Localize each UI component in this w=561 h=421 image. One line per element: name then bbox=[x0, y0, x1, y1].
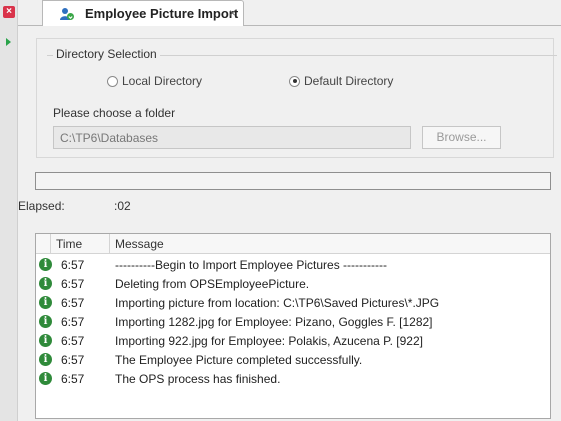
left-toolbar-strip: × bbox=[0, 0, 18, 421]
tab-bar: Employee Picture Import × bbox=[18, 0, 561, 27]
row-time: 6:57 bbox=[61, 334, 85, 348]
group-label: Directory Selection bbox=[53, 47, 160, 61]
info-icon: i bbox=[39, 296, 52, 309]
row-time: 6:57 bbox=[61, 296, 85, 310]
browse-button[interactable]: Browse... bbox=[422, 126, 501, 149]
radio-label: Local Directory bbox=[122, 74, 203, 88]
row-time: 6:57 bbox=[61, 372, 85, 386]
column-divider bbox=[109, 234, 110, 254]
radio-circle bbox=[107, 75, 118, 87]
table-row[interactable]: i 6:57 Deleting from OPSEmployeePicture. bbox=[36, 275, 550, 294]
row-time: 6:57 bbox=[61, 258, 85, 272]
tab-title: Employee Picture Import bbox=[85, 6, 239, 21]
directory-selection-panel: Directory Selection Local Directory Defa… bbox=[36, 38, 557, 158]
row-message: Importing 1282.jpg for Employee: Pizano,… bbox=[115, 315, 433, 329]
row-message: Importing picture from location: C:\TP6\… bbox=[115, 296, 440, 310]
info-icon: i bbox=[39, 315, 52, 328]
play-icon[interactable] bbox=[6, 38, 11, 46]
info-icon: i bbox=[39, 353, 52, 366]
row-time: 6:57 bbox=[61, 315, 85, 329]
radio-label: Default Directory bbox=[304, 74, 394, 88]
elapsed-label: Elapsed: bbox=[18, 199, 65, 213]
progress-bar bbox=[35, 172, 551, 190]
column-header-message[interactable]: Message bbox=[115, 237, 164, 251]
row-message: The Employee Picture completed successfu… bbox=[115, 353, 363, 367]
table-row[interactable]: i 6:57 ----------Begin to Import Employee … bbox=[36, 256, 550, 275]
default-directory-radio[interactable]: Default Directory bbox=[289, 74, 393, 88]
table-row[interactable]: i 6:57 Importing 1282.jpg for Employee: Pi… bbox=[36, 313, 550, 332]
row-message: ----------Begin to Import Employee Pictu… bbox=[115, 258, 388, 272]
table-row[interactable]: i 6:57 Importing 922.jpg for Employee: Pol… bbox=[36, 332, 550, 351]
column-header-time[interactable]: Time bbox=[56, 237, 82, 251]
info-icon: i bbox=[39, 334, 52, 347]
folder-prompt: Please choose a folder bbox=[53, 106, 176, 120]
row-time: 6:57 bbox=[61, 277, 85, 291]
elapsed-value: :02 bbox=[114, 199, 131, 213]
tab-employee-picture-import[interactable]: Employee Picture Import × bbox=[42, 0, 244, 27]
row-time: 6:57 bbox=[61, 353, 85, 367]
table-row[interactable]: i 6:57 The OPS process has finished. bbox=[36, 370, 550, 389]
message-log-table[interactable]: Time Message i 6:57 ----------Begin to Imp… bbox=[35, 233, 551, 419]
employee-picture-icon bbox=[60, 8, 74, 20]
tab-close-icon[interactable]: × bbox=[229, 6, 236, 20]
close-icon[interactable]: × bbox=[3, 6, 15, 18]
row-message: Importing 922.jpg for Employee: Polakis,… bbox=[115, 334, 423, 348]
local-directory-radio[interactable]: Local Directory bbox=[107, 74, 202, 88]
radio-circle-selected bbox=[289, 75, 300, 87]
info-icon: i bbox=[39, 258, 52, 271]
folder-path-input[interactable]: C:\TP6\Databases bbox=[53, 126, 411, 149]
row-message: Deleting from OPSEmployeePicture. bbox=[115, 277, 310, 291]
info-icon: i bbox=[39, 277, 52, 290]
info-icon: i bbox=[39, 372, 52, 385]
log-header: Time Message bbox=[36, 234, 550, 254]
row-message: The OPS process has finished. bbox=[115, 372, 281, 386]
table-row[interactable]: i 6:57 The Employee Picture completed succ… bbox=[36, 351, 550, 370]
table-row[interactable]: i 6:57 Importing picture from location: C:… bbox=[36, 294, 550, 313]
main-content: Directory Selection Local Directory Defa… bbox=[18, 26, 561, 421]
column-divider bbox=[50, 234, 51, 254]
